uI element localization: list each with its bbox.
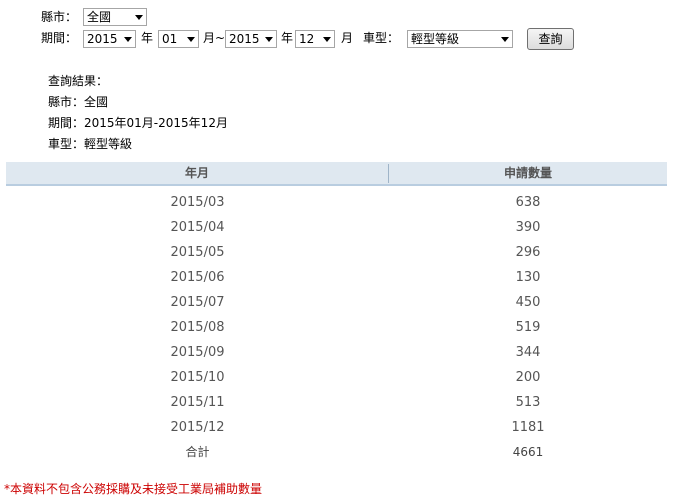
- count-cell: 513: [515, 395, 541, 410]
- end-year-value: 2015: [229, 32, 260, 46]
- table-row: 2015/06 130: [6, 265, 667, 290]
- count-cell: 344: [515, 345, 541, 360]
- column-header-month: 年月: [184, 166, 209, 180]
- start-month-select[interactable]: 01: [158, 30, 199, 48]
- chevron-down-icon: [135, 15, 143, 20]
- end-year-unit: 年: [281, 31, 294, 45]
- total-label: 合計: [185, 445, 210, 459]
- chevron-down-icon: [323, 37, 331, 42]
- chevron-down-icon: [265, 37, 273, 42]
- month-cell: 2015/08: [170, 320, 225, 335]
- count-cell: 200: [515, 370, 541, 385]
- period-label: 期間：: [41, 31, 78, 45]
- chevron-down-icon: [501, 37, 509, 42]
- county-select-value: 全國: [87, 10, 112, 24]
- table-row: 2015/03 638: [6, 190, 667, 215]
- month-cell: 2015/12: [170, 420, 225, 435]
- month-cell: 2015/05: [170, 245, 225, 260]
- month-cell: 2015/06: [170, 270, 225, 285]
- count-cell: 296: [515, 245, 541, 260]
- month-cell: 2015/07: [170, 295, 225, 310]
- county-label: 縣市：: [41, 10, 78, 24]
- table-row: 2015/04 390: [6, 215, 667, 240]
- end-year-select[interactable]: 2015: [225, 30, 277, 48]
- start-year-value: 2015: [87, 32, 118, 46]
- month-cell: 2015/11: [170, 395, 225, 410]
- vehicle-type-select[interactable]: 輕型等級: [407, 30, 513, 48]
- result-period: 期間：2015年01月-2015年12月: [48, 116, 228, 130]
- start-year-unit: 年: [141, 31, 154, 45]
- count-cell: 519: [515, 320, 541, 335]
- month-cell: 2015/10: [170, 370, 225, 385]
- vehicle-type-value: 輕型等級: [411, 32, 460, 46]
- count-cell: 130: [515, 270, 541, 285]
- total-value: 4661: [512, 445, 544, 459]
- end-month-value: 12: [299, 32, 315, 46]
- count-cell: 1181: [511, 420, 545, 435]
- start-month-value: 01: [162, 32, 178, 46]
- month-cell: 2015/03: [170, 195, 225, 210]
- result-county: 縣市：全國: [48, 95, 109, 109]
- vehicle-type-label: 車型：: [363, 31, 400, 45]
- start-month-unit: 月~: [203, 31, 226, 45]
- table-total-row: 合計 4661: [6, 440, 667, 465]
- table-row: 2015/08 519: [6, 315, 667, 340]
- count-cell: 450: [515, 295, 541, 310]
- table-row: 2015/11 513: [6, 390, 667, 415]
- result-vehicle-type: 車型：輕型等級: [48, 137, 133, 151]
- table-header: 年月 申請數量: [6, 162, 667, 186]
- count-cell: 390: [515, 220, 541, 235]
- table-row: 2015/05 296: [6, 240, 667, 265]
- end-month-unit: 月: [341, 31, 354, 45]
- table-row: 2015/07 450: [6, 290, 667, 315]
- chevron-down-icon: [187, 37, 195, 42]
- month-cell: 2015/09: [170, 345, 225, 360]
- month-cell: 2015/04: [170, 220, 225, 235]
- count-cell: 638: [515, 195, 541, 210]
- table-row: 2015/12 1181: [6, 415, 667, 440]
- end-month-select[interactable]: 12: [295, 30, 335, 48]
- county-select[interactable]: 全國: [83, 8, 147, 26]
- table-row: 2015/09 344: [6, 340, 667, 365]
- query-button[interactable]: 查詢: [527, 28, 574, 50]
- start-year-select[interactable]: 2015: [83, 30, 136, 48]
- result-heading: 查詢結果：: [48, 74, 109, 88]
- footnote: *本資料不包含公務採購及未接受工業局補助數量: [4, 482, 263, 496]
- column-header-count: 申請數量: [503, 166, 552, 180]
- chevron-down-icon: [124, 37, 132, 42]
- table-row: 2015/10 200: [6, 365, 667, 390]
